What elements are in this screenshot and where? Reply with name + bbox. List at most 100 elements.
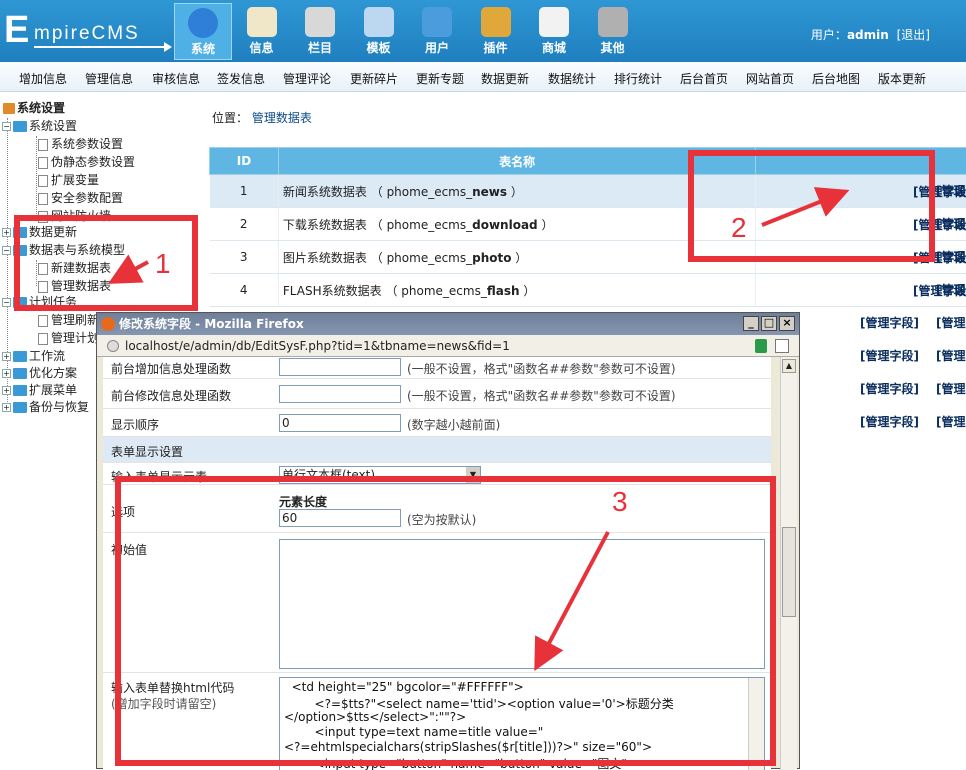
- annotation-label-1: 1: [155, 248, 171, 280]
- main-tab-4[interactable]: 用户: [408, 3, 466, 60]
- manage-table-link[interactable]: [管理表: [936, 380, 966, 397]
- edit-func-input[interactable]: [279, 385, 401, 403]
- form-row: 前台修改信息处理函数 (一般不设置，格式"函数名##参数"参数可不设置): [103, 379, 771, 409]
- sidebar-item-system-0[interactable]: 系统参数设置: [38, 136, 123, 152]
- manage-table-link[interactable]: [管理表: [936, 413, 966, 430]
- url-bar[interactable]: localhost/e/admin/db/EditSysF.php?tid=1&…: [97, 335, 799, 357]
- collapse-icon[interactable]: −: [2, 298, 11, 307]
- sidebar-item-label: 安全参数配置: [51, 191, 123, 205]
- expand-icon[interactable]: +: [2, 403, 11, 412]
- sidebar-item-label: 扩展变量: [51, 173, 99, 187]
- display-order-input[interactable]: 0: [279, 414, 401, 432]
- main-tab-1[interactable]: 信息: [233, 3, 291, 60]
- scroll-thumb[interactable]: [782, 527, 796, 617]
- subnav-item[interactable]: 签发信息: [217, 70, 265, 87]
- main-tab-7[interactable]: 其他: [584, 3, 642, 60]
- table-prefix: phome_ecms_: [387, 185, 473, 199]
- user-prefix: 用户：: [811, 28, 847, 42]
- manage-table-link[interactable]: [管理表: [936, 314, 966, 331]
- table-prefix: phome_ecms_: [387, 251, 473, 265]
- sidebar-item-system-2[interactable]: 扩展变量: [38, 172, 99, 188]
- manage-table-link[interactable]: [管理表: [936, 281, 966, 298]
- logout-link[interactable]: [退出]: [897, 28, 930, 42]
- expand-icon[interactable]: +: [2, 386, 11, 395]
- maximize-button[interactable]: □: [761, 316, 777, 331]
- expand-icon[interactable]: +: [2, 352, 11, 361]
- expand-icon[interactable]: +: [2, 228, 11, 237]
- minimize-button[interactable]: _: [743, 316, 759, 331]
- close-button[interactable]: ×: [779, 316, 795, 331]
- subnav-item[interactable]: 更新专题: [416, 70, 464, 87]
- top-header: E mpireCMS 系统信息栏目模板用户插件商城其他 用户：admin [退出…: [0, 0, 966, 62]
- sidebar-group-other-3[interactable]: +备份与恢复: [2, 399, 89, 415]
- subnav-item[interactable]: 后台首页: [680, 70, 728, 87]
- breadcrumb-link[interactable]: 管理数据表: [252, 111, 312, 125]
- subnav-item[interactable]: 审核信息: [152, 70, 200, 87]
- sidebar-root[interactable]: 系统设置: [3, 100, 65, 116]
- scroll-up-icon[interactable]: ▲: [782, 359, 796, 373]
- sidebar-group-system[interactable]: −系统设置: [2, 118, 77, 134]
- subnav-item[interactable]: 版本更新: [878, 70, 926, 87]
- breadcrumb-label: 位置：: [212, 111, 248, 125]
- manage-fields-link[interactable]: [管理字段]: [860, 314, 919, 331]
- sidebar-item-label: 管理计划: [51, 331, 99, 345]
- manage-table-link[interactable]: [管理表: [936, 248, 966, 265]
- globe-icon: [188, 8, 218, 38]
- collapse-icon[interactable]: −: [2, 122, 11, 131]
- document-edit-icon: [247, 7, 277, 37]
- sidebar-group-other-0[interactable]: +工作流: [2, 348, 65, 364]
- home-icon: [3, 103, 15, 114]
- main-tab-label: 用户: [408, 39, 466, 56]
- subnav-item[interactable]: 后台地图: [812, 70, 860, 87]
- sidebar-item-manage-plan[interactable]: 管理计划: [38, 330, 99, 346]
- popup-titlebar[interactable]: 修改系统字段 - Mozilla Firefox _ □ ×: [97, 313, 799, 335]
- subnav-item[interactable]: 管理评论: [283, 70, 331, 87]
- main-tab-2[interactable]: 栏目: [291, 3, 349, 60]
- add-func-input[interactable]: [279, 358, 401, 376]
- main-tab-label: 商城: [525, 39, 583, 56]
- manage-table-link[interactable]: [管理表: [936, 347, 966, 364]
- table-label: FLASH系统数据表: [283, 284, 382, 298]
- subnav-item[interactable]: 更新碎片: [350, 70, 398, 87]
- main-tab-5[interactable]: 插件: [467, 3, 525, 60]
- field-note: (一般不设置，格式"函数名##参数"参数可不设置): [407, 387, 676, 404]
- popup-scrollbar[interactable]: ▲: [780, 357, 797, 770]
- subnav-item[interactable]: 增加信息: [19, 70, 67, 87]
- sidebar-item-system-3[interactable]: 安全参数配置: [38, 190, 123, 206]
- table-suffix: news: [472, 185, 507, 199]
- sidebar-item-manage-refresh[interactable]: 管理刷新: [38, 312, 99, 328]
- section-header: 表单显示设置: [103, 437, 771, 463]
- manage-table-link[interactable]: [管理表: [936, 182, 966, 199]
- main-tab-6[interactable]: 商城: [525, 3, 583, 60]
- table-suffix: download: [472, 218, 538, 232]
- field-note: (数字越小越前面): [407, 416, 500, 433]
- manage-fields-link[interactable]: [管理字段]: [860, 380, 919, 397]
- expand-icon[interactable]: +: [2, 369, 11, 378]
- sidebar-item-label: 系统参数设置: [51, 137, 123, 151]
- subnav-item[interactable]: 管理信息: [85, 70, 133, 87]
- document-icon: [38, 193, 48, 205]
- sidebar-item-system-1[interactable]: 伪静态参数设置: [38, 154, 135, 170]
- sidebar-group-other-1[interactable]: +优化方案: [2, 365, 77, 381]
- folder-icon: [13, 385, 27, 396]
- subnav-item[interactable]: 数据更新: [481, 70, 529, 87]
- folder-icon: [305, 7, 335, 37]
- subnav-item[interactable]: 排行统计: [614, 70, 662, 87]
- manage-table-link[interactable]: [管理表: [936, 215, 966, 232]
- row-id: 2: [210, 208, 279, 241]
- empirecms-logo[interactable]: E mpireCMS: [4, 10, 174, 54]
- main-tab-3[interactable]: 模板: [350, 3, 408, 60]
- document-icon: [38, 157, 48, 169]
- manage-fields-link[interactable]: [管理字段]: [756, 274, 966, 307]
- manage-fields-link[interactable]: [管理字段]: [860, 347, 919, 364]
- table-row[interactable]: 4FLASH系统数据表 （ phome_ecms_flash ）[管理字段]: [210, 274, 966, 307]
- collapse-icon[interactable]: −: [2, 246, 11, 255]
- card-icon: [539, 7, 569, 37]
- subnav-item[interactable]: 网站首页: [746, 70, 794, 87]
- main-tab-0[interactable]: 系统: [174, 3, 232, 60]
- manage-fields-link[interactable]: [管理字段]: [860, 413, 919, 430]
- subnav-item[interactable]: 数据统计: [548, 70, 596, 87]
- sidebar-item-label: 伪静态参数设置: [51, 155, 135, 169]
- folder-icon: [13, 121, 27, 132]
- sidebar-group-other-2[interactable]: +扩展菜单: [2, 382, 77, 398]
